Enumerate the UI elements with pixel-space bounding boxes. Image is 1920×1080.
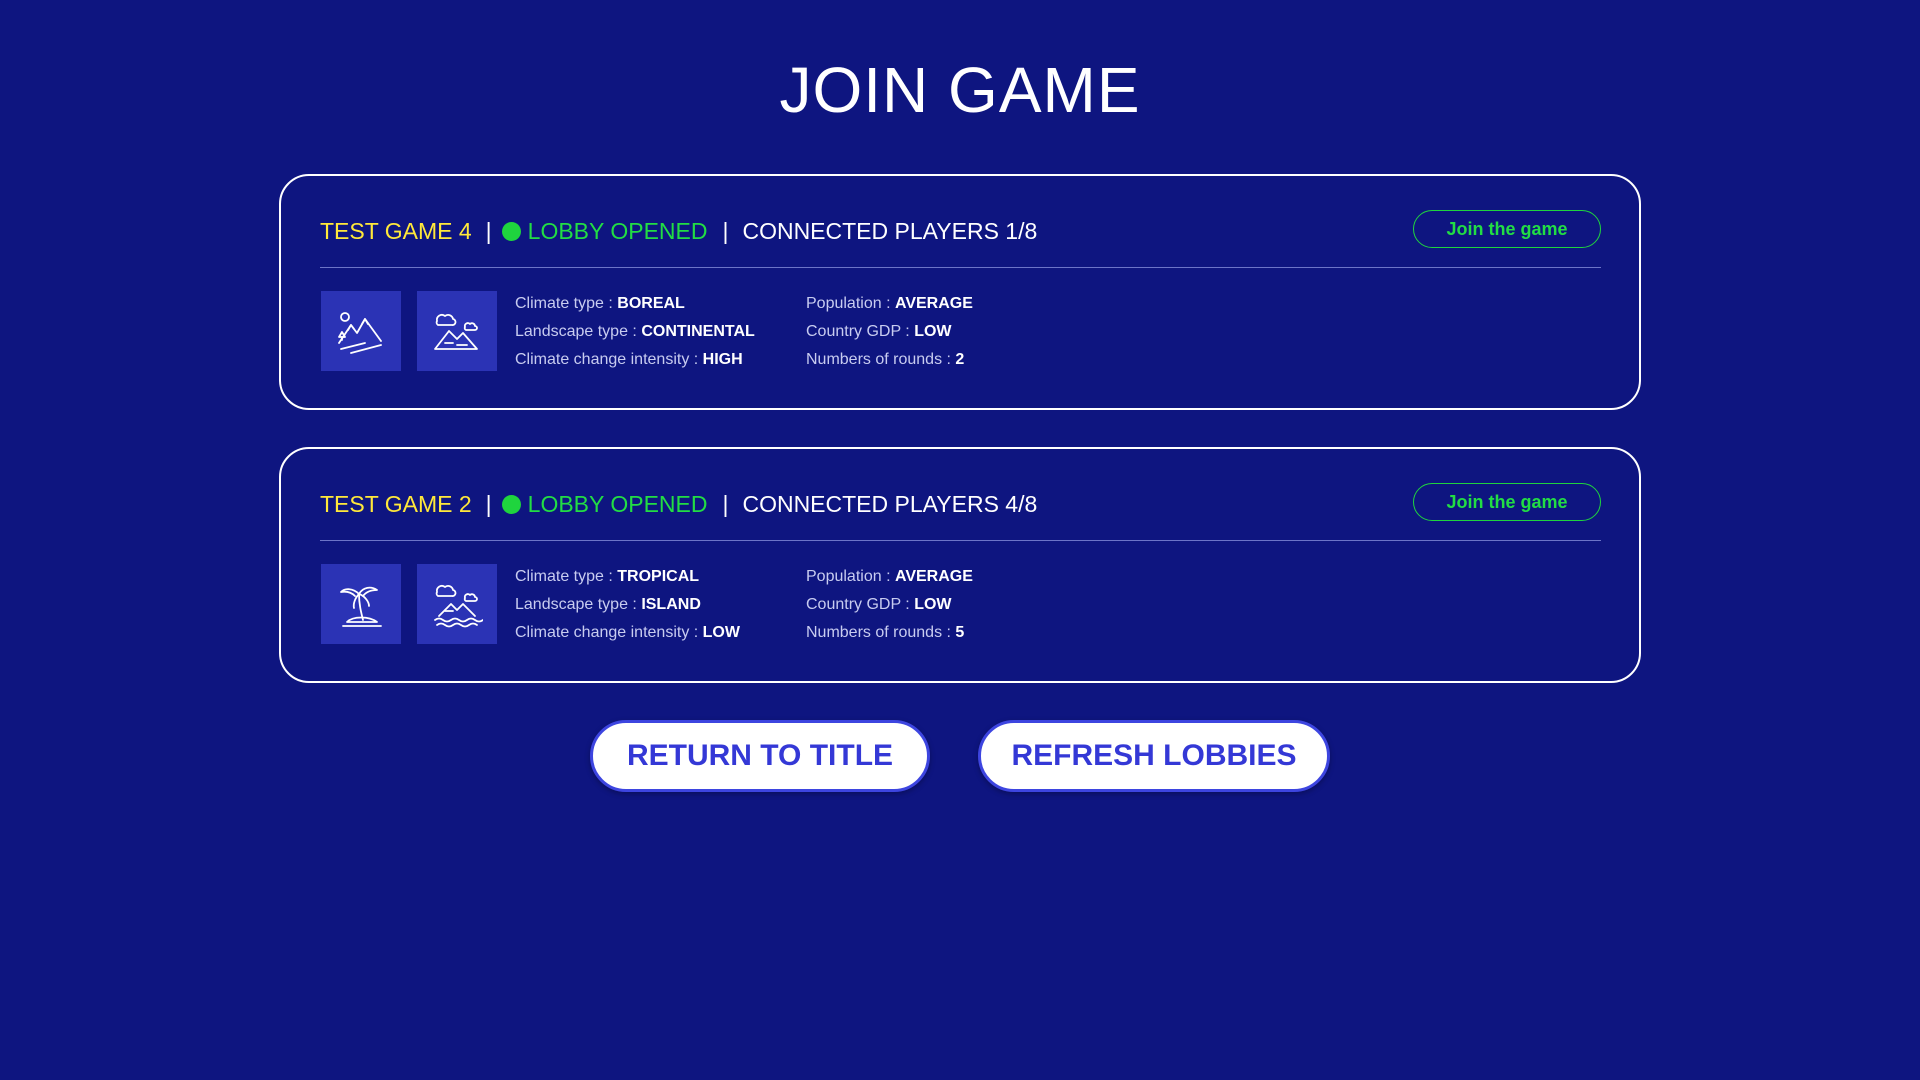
population-row: Population : AVERAGE [806,290,973,318]
climate-type-value: TROPICAL [617,568,700,585]
landscape-type-row: Landscape type : CONTINENTAL [515,318,755,346]
rounds-row: Numbers of rounds : 2 [806,346,973,374]
lobby-card: TEST GAME 4 | LOBBY OPENED | CONNECTED P… [279,174,1641,410]
gdp-label: Country GDP : [806,323,915,340]
separator: | [485,490,492,517]
lobby-info-right: Population : AVERAGE Country GDP : LOW N… [806,290,973,374]
status-dot-icon [501,221,521,241]
rounds-label: Numbers of rounds : [806,351,956,368]
landscape-type-row: Landscape type : ISLAND [515,591,740,619]
landscape-type-label: Landscape type : [515,323,642,340]
lobby-name: TEST GAME 4 [320,217,472,244]
return-to-title-button[interactable]: RETURN TO TITLE [590,720,930,792]
rounds-row: Numbers of rounds : 5 [806,619,973,647]
join-game-button[interactable]: Join the game [1413,210,1601,248]
join-game-screen: JOIN GAME TEST GAME 4 | LOBBY OPENED | C… [0,0,1920,1080]
separator: | [722,490,729,517]
intensity-label: Climate change intensity : [515,624,703,641]
connected-players: CONNECTED PLAYERS 1/8 [742,217,1038,244]
tropical-icon [340,586,382,627]
separator: | [722,217,729,244]
page-title: JOIN GAME [779,54,1141,126]
status-dot-icon [501,494,521,514]
rounds-value: 5 [955,624,965,641]
population-value: AVERAGE [894,568,973,585]
intensity-value: LOW [702,624,740,641]
intensity-row: Climate change intensity : HIGH [515,346,755,374]
gdp-value: LOW [914,323,952,340]
lobby-status: LOBBY OPENED [527,490,708,517]
lobby-header: TEST GAME 4 | LOBBY OPENED | CONNECTED P… [320,214,1037,248]
intensity-row: Climate change intensity : LOW [515,619,740,647]
climate-icon-tile [321,564,401,644]
gdp-row: Country GDP : LOW [806,318,973,346]
population-label: Population : [806,568,895,585]
divider [320,267,1601,268]
landscape-icon-tile [417,291,497,371]
continental-icon [434,314,478,350]
lobby-info-left: Climate type : BOREAL Landscape type : C… [515,290,755,374]
lobby-status: LOBBY OPENED [527,217,708,244]
refresh-lobbies-button[interactable]: REFRESH LOBBIES [978,720,1330,792]
lobby-header: TEST GAME 2 | LOBBY OPENED | CONNECTED P… [320,487,1037,521]
climate-type-row: Climate type : TROPICAL [515,563,740,591]
population-label: Population : [806,295,895,312]
gdp-value: LOW [914,596,952,613]
climate-type-row: Climate type : BOREAL [515,290,755,318]
intensity-label: Climate change intensity : [515,351,703,368]
rounds-label: Numbers of rounds : [806,624,956,641]
boreal-icon [338,312,382,354]
climate-type-label: Climate type : [515,568,618,585]
climate-icon-tile [321,291,401,371]
intensity-value: HIGH [702,351,743,368]
divider [320,540,1601,541]
rounds-value: 2 [955,351,965,368]
lobby-card: TEST GAME 2 | LOBBY OPENED | CONNECTED P… [279,447,1641,683]
climate-type-label: Climate type : [515,295,618,312]
population-row: Population : AVERAGE [806,563,973,591]
lobby-name: TEST GAME 2 [320,490,472,517]
landscape-type-value: CONTINENTAL [641,323,755,340]
landscape-type-value: ISLAND [641,596,701,613]
connected-players: CONNECTED PLAYERS 4/8 [742,490,1038,517]
population-value: AVERAGE [894,295,973,312]
separator: | [485,217,492,244]
lobby-info-right: Population : AVERAGE Country GDP : LOW N… [806,563,973,647]
climate-type-value: BOREAL [617,295,685,312]
landscape-icon-tile [417,564,497,644]
join-game-button[interactable]: Join the game [1413,483,1601,521]
gdp-row: Country GDP : LOW [806,591,973,619]
lobby-info-left: Climate type : TROPICAL Landscape type :… [515,563,740,647]
landscape-type-label: Landscape type : [515,596,642,613]
gdp-label: Country GDP : [806,596,915,613]
island-icon [434,585,483,628]
